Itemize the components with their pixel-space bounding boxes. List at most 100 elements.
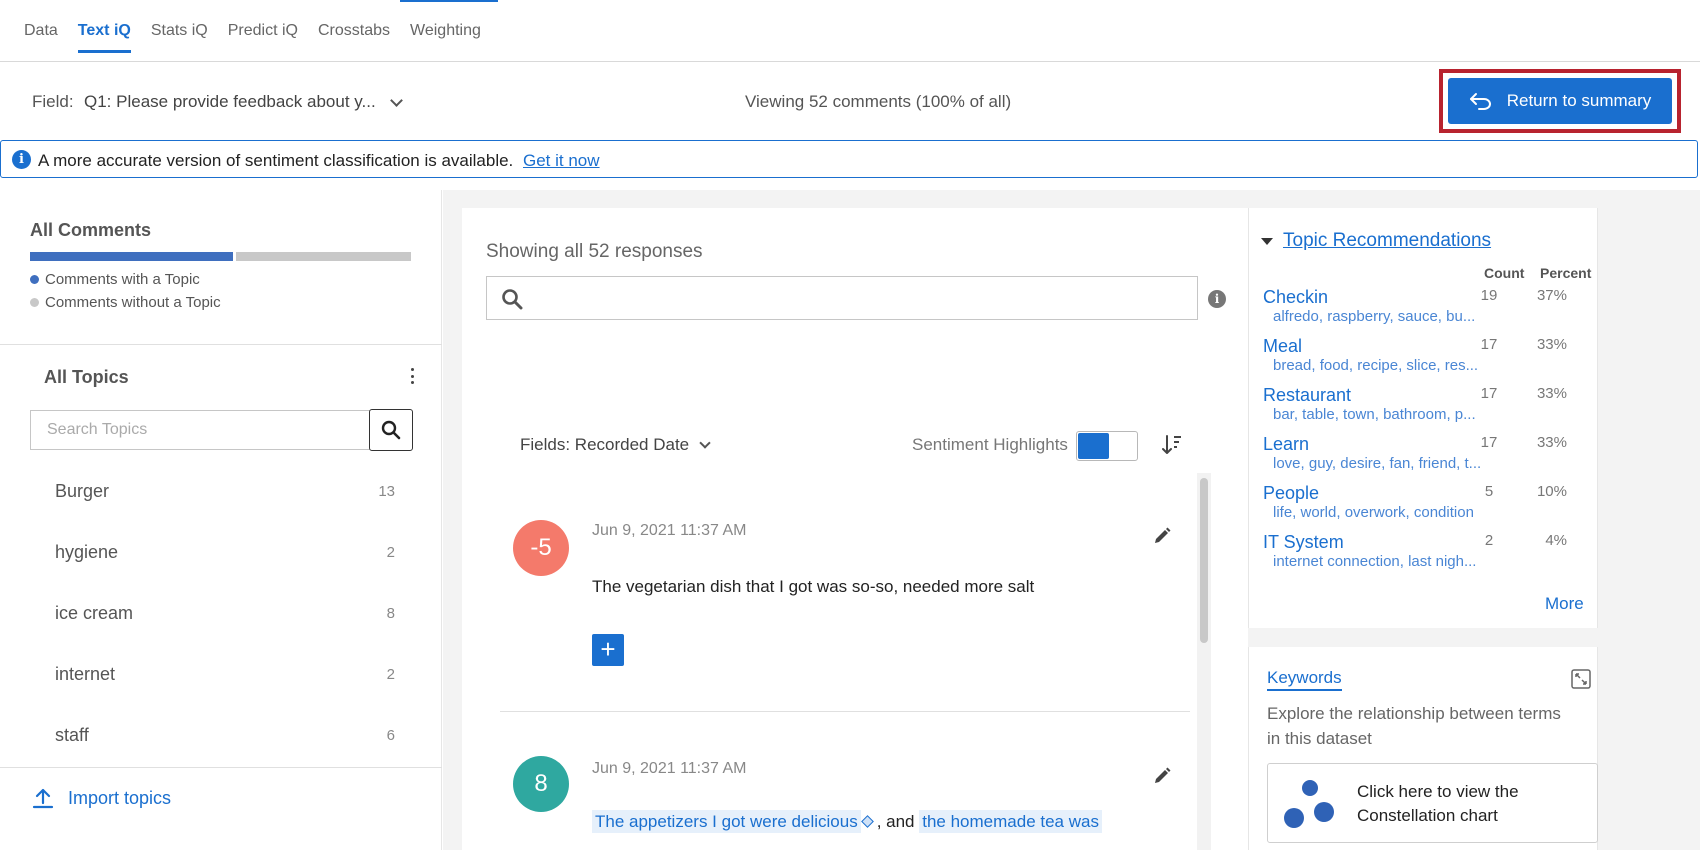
recommendation-percent: 33%: [1536, 385, 1567, 402]
tab-predict-iq[interactable]: Predict iQ: [228, 22, 298, 53]
constellation-chart-card[interactable]: Click here to view the Constellation cha…: [1267, 763, 1598, 843]
left-panel: All Comments Comments with a Topic Comme…: [0, 190, 442, 850]
comment-text: The vegetarian dish that I got was so-so…: [592, 577, 1035, 596]
recommendation-name: Meal: [1263, 336, 1303, 356]
more-options-icon[interactable]: [407, 365, 417, 387]
chevron-down-icon[interactable]: [390, 94, 403, 107]
search-icon: [502, 289, 523, 310]
legend-without-topic: Comments without a Topic: [30, 294, 221, 311]
topic-row[interactable]: ice cream 8: [55, 593, 395, 633]
sentiment-highlights-toggle[interactable]: [1076, 431, 1138, 461]
responses-panel: Showing all 52 responses i Fields: Recor…: [462, 208, 1248, 850]
tab-weighting[interactable]: Weighting: [410, 22, 481, 53]
comment-text: The appetizers I got were delicious , and…: [592, 810, 1102, 833]
sentiment-highlight[interactable]: The appetizers I got were delicious: [592, 810, 861, 833]
search-topics-input[interactable]: [30, 410, 370, 450]
keywords-title[interactable]: Keywords: [1267, 668, 1342, 691]
sort-icon[interactable]: [1162, 434, 1182, 456]
fields-dropdown-label: Fields: Recorded Date: [520, 435, 690, 454]
recommendation-percent: 4%: [1545, 532, 1567, 549]
showing-count: Showing all 52 responses: [486, 241, 703, 262]
divider: [0, 344, 442, 345]
import-topics-label: Import topics: [68, 787, 172, 808]
topic-count: 2: [386, 543, 395, 561]
expand-icon[interactable]: [1571, 669, 1591, 689]
sentiment-highlight[interactable]: the homemade tea was: [919, 810, 1102, 833]
topic-recommendations-toggle[interactable]: Topic Recommendations: [1261, 230, 1491, 252]
topic-recommendations-panel: Topic Recommendations Count Percent Chec…: [1248, 208, 1598, 628]
more-link[interactable]: More: [1545, 594, 1584, 614]
recommendation-row[interactable]: Meal bread, food, recipe, slice, res... …: [1263, 336, 1583, 385]
return-button-label: Return to summary: [1506, 91, 1652, 110]
topic-name: internet: [55, 663, 116, 684]
recommendation-row[interactable]: People life, world, overwork, condition …: [1263, 483, 1583, 532]
recommendation-percent: 33%: [1536, 434, 1567, 451]
tab-data[interactable]: Data: [24, 22, 58, 53]
constellation-icon: [1284, 780, 1342, 832]
recommendation-name: IT System: [1263, 532, 1344, 552]
recommendation-row[interactable]: IT System internet connection, last nigh…: [1263, 532, 1583, 581]
all-comments-heading[interactable]: All Comments: [30, 220, 151, 241]
recommendation-keywords: love, guy, desire, fan, friend, t...: [1273, 455, 1482, 472]
without-topic-bar: [236, 252, 411, 261]
field-label: Field:: [32, 92, 74, 111]
chevron-down-icon: [699, 437, 711, 449]
top-accent-line: [400, 0, 498, 2]
legend-label: Comments without a Topic: [45, 294, 221, 311]
return-button-highlight: Return to summary: [1439, 69, 1681, 133]
topic-name: staff: [55, 724, 89, 745]
percent-column-header: Percent: [1540, 265, 1592, 281]
tab-crosstabs[interactable]: Crosstabs: [318, 22, 390, 53]
sentiment-score-badge: 8: [513, 756, 569, 812]
topic-row[interactable]: internet 2: [55, 654, 395, 694]
info-icon[interactable]: i: [1208, 290, 1226, 308]
get-it-now-link[interactable]: Get it now: [523, 151, 600, 171]
recommendation-count: 5: [1484, 483, 1494, 500]
recommendation-name: Restaurant: [1263, 385, 1352, 405]
legend-with-topic: Comments with a Topic: [30, 271, 200, 288]
recommendation-name: Checkin: [1263, 287, 1329, 307]
recommendation-keywords: internet connection, last nigh...: [1273, 553, 1477, 570]
recommendation-count: 17: [1480, 385, 1498, 402]
recommendation-row[interactable]: Learn love, guy, desire, fan, friend, t.…: [1263, 434, 1583, 483]
keywords-panel: Keywords Explore the relationship betwee…: [1248, 647, 1598, 850]
return-to-summary-button[interactable]: Return to summary: [1448, 78, 1672, 124]
legend-dot-blue: [30, 275, 39, 284]
add-topic-button[interactable]: +: [592, 634, 624, 666]
topic-count: 8: [386, 604, 395, 622]
upload-icon: [32, 788, 54, 809]
divider: [0, 767, 442, 768]
edit-icon[interactable]: [1152, 526, 1172, 546]
import-topics-button[interactable]: Import topics: [32, 787, 171, 809]
topic-row[interactable]: Burger 13: [55, 471, 395, 511]
info-icon: i: [12, 150, 31, 169]
keywords-description: Explore the relationship between terms i…: [1267, 704, 1561, 748]
diamond-icon: [860, 815, 874, 828]
recommendation-keywords: bar, table, town, bathroom, p...: [1273, 406, 1476, 423]
viewing-count: Viewing 52 comments (100% of all): [745, 92, 1012, 111]
constellation-card-text: Click here to view the Constellation cha…: [1357, 782, 1519, 825]
responses-search-input[interactable]: [486, 276, 1198, 320]
fields-dropdown[interactable]: Fields: Recorded Date: [520, 435, 711, 455]
recommendation-row[interactable]: Checkin alfredo, raspberry, sauce, bu...…: [1263, 287, 1583, 336]
field-select[interactable]: Q1: Please provide feedback about y...: [84, 92, 376, 112]
edit-icon[interactable]: [1152, 766, 1172, 786]
info-banner: i A more accurate version of sentiment c…: [0, 140, 1698, 178]
with-topic-bar: [30, 252, 233, 261]
topic-count: 6: [386, 726, 395, 744]
recommendation-percent: 33%: [1536, 336, 1567, 353]
tab-stats-iq[interactable]: Stats iQ: [151, 22, 208, 53]
recommendation-row[interactable]: Restaurant bar, table, town, bathroom, p…: [1263, 385, 1583, 434]
all-topics-heading[interactable]: All Topics: [44, 367, 129, 388]
comment-date: Jun 9, 2021 11:37 AM: [592, 760, 747, 777]
tab-text-iq[interactable]: Text iQ: [77, 22, 131, 53]
topic-row[interactable]: staff 6: [55, 715, 395, 755]
recommendation-count: 17: [1480, 434, 1498, 451]
search-topics-button[interactable]: [369, 409, 413, 451]
topic-name: Burger: [55, 480, 110, 501]
recommendation-name: Learn: [1263, 434, 1310, 454]
caret-down-icon: [1261, 237, 1273, 245]
banner-message: A more accurate version of sentiment cla…: [38, 151, 514, 170]
scrollbar-thumb[interactable]: [1200, 478, 1208, 643]
topic-row[interactable]: hygiene 2: [55, 532, 395, 572]
